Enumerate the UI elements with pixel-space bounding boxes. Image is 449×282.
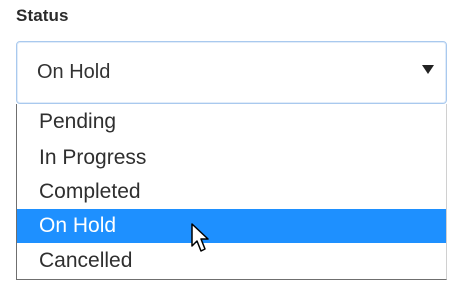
option-cancelled[interactable]: Cancelled [17,244,446,278]
option-completed[interactable]: Completed [17,175,446,209]
option-on-hold[interactable]: On Hold [17,209,446,243]
mouse-pointer-icon [191,223,209,252]
status-label: Status [16,6,69,25]
chevron-down-icon[interactable] [422,65,434,74]
option-pending[interactable]: Pending [17,105,446,139]
status-select-value: On Hold [37,61,111,83]
status-options-list: Pending In Progress Completed On Hold Ca… [16,104,447,280]
status-select[interactable]: On Hold [16,41,447,104]
status-field: Status On Hold Pending In Progress Compl… [0,0,449,282]
option-in-progress[interactable]: In Progress [17,141,446,175]
